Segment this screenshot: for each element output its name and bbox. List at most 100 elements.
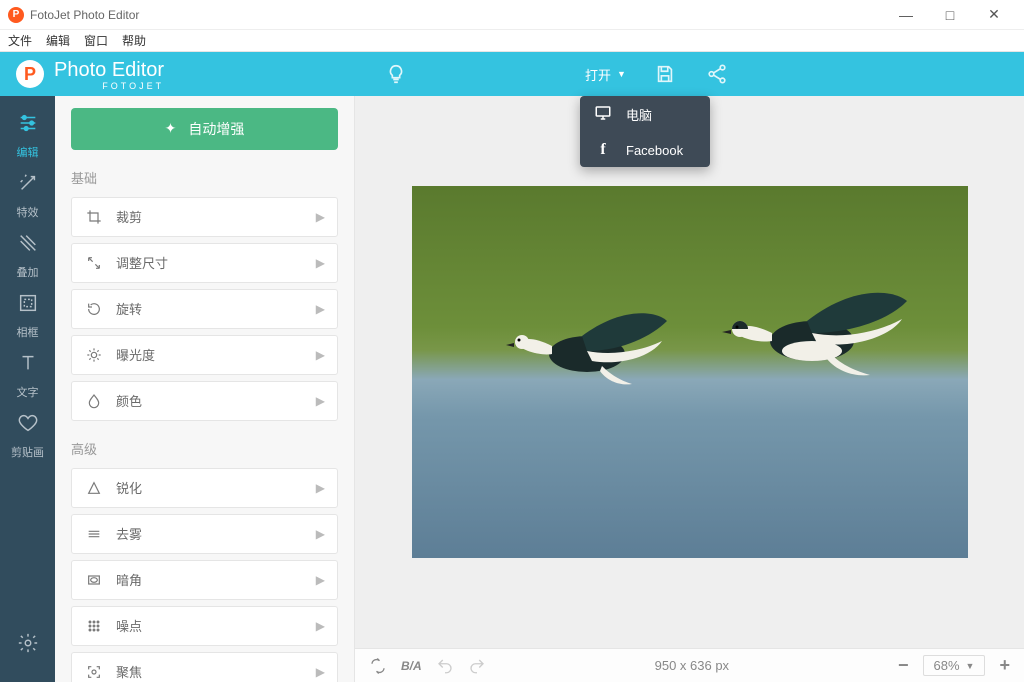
- app-icon: P: [8, 7, 24, 23]
- menu-file[interactable]: 文件: [8, 32, 32, 49]
- tip-button[interactable]: [375, 57, 417, 91]
- zoom-in-button[interactable]: +: [999, 655, 1010, 676]
- dropdown-label: Facebook: [626, 143, 683, 158]
- chevron-right-icon: ▶: [316, 573, 325, 587]
- focus-icon: [84, 664, 104, 680]
- rail-label: 剪贴画: [11, 444, 44, 460]
- heart-icon: [17, 412, 39, 440]
- tool-noise[interactable]: 噪点 ▶: [71, 606, 338, 646]
- chevron-right-icon: ▶: [316, 665, 325, 679]
- dehaze-icon: [84, 526, 104, 542]
- top-toolbar: 打开 ▼: [355, 52, 1024, 96]
- auto-enhance-label: 自动增强: [188, 119, 244, 139]
- rail-overlays[interactable]: 叠加: [0, 226, 55, 286]
- open-dropdown-button[interactable]: 打开 ▼: [577, 61, 634, 88]
- tool-sharpen[interactable]: 锐化 ▶: [71, 468, 338, 508]
- chevron-right-icon: ▶: [316, 394, 325, 408]
- zoom-selector[interactable]: 68% ▼: [923, 655, 986, 676]
- rail-label: 相框: [17, 324, 39, 340]
- window-title: FotoJet Photo Editor: [30, 8, 139, 22]
- auto-enhance-button[interactable]: ✦ 自动增强: [71, 108, 338, 150]
- rail-settings[interactable]: [0, 624, 55, 672]
- rail-text[interactable]: 文字: [0, 346, 55, 406]
- dropdown-item-facebook[interactable]: f Facebook: [580, 133, 710, 167]
- status-bar: B/A 950 x 636 px − 68% ▼ +: [355, 648, 1024, 682]
- chevron-right-icon: ▶: [316, 527, 325, 541]
- rail-edit[interactable]: 编辑: [0, 106, 55, 166]
- before-after-button[interactable]: B/A: [401, 659, 422, 673]
- menu-bar: 文件 编辑 窗口 帮助: [0, 30, 1024, 52]
- overlay-icon: [17, 232, 39, 260]
- rotate-icon: [84, 301, 104, 317]
- tool-label: 颜色: [116, 391, 316, 410]
- logo-subtitle: FOTOJET: [54, 82, 164, 90]
- tool-label: 噪点: [116, 616, 316, 635]
- tool-focus[interactable]: 聚焦 ▶: [71, 652, 338, 682]
- tool-dehaze[interactable]: 去雾 ▶: [71, 514, 338, 554]
- dropdown-item-computer[interactable]: 电脑: [580, 96, 710, 133]
- logo-header: P Photo Editor FOTOJET: [0, 52, 355, 96]
- tool-color[interactable]: 颜色 ▶: [71, 381, 338, 421]
- facebook-icon: f: [594, 141, 612, 159]
- brightness-icon: [84, 347, 104, 363]
- tool-label: 聚焦: [116, 662, 316, 681]
- resize-icon: [84, 255, 104, 271]
- chevron-right-icon: ▶: [316, 256, 325, 270]
- logo-title: Photo Editor: [54, 59, 164, 81]
- dimensions-label: 950 x 636 px: [655, 658, 729, 673]
- rail-label: 叠加: [17, 264, 39, 280]
- caret-down-icon: ▼: [617, 69, 626, 79]
- tool-label: 裁剪: [116, 207, 316, 226]
- save-button[interactable]: [644, 57, 686, 91]
- open-label: 打开: [585, 65, 611, 84]
- title-bar: P FotoJet Photo Editor — □ ✕: [0, 0, 1024, 30]
- tool-vignette[interactable]: 暗角 ▶: [71, 560, 338, 600]
- zoom-out-button[interactable]: −: [898, 655, 909, 676]
- maximize-button[interactable]: □: [928, 0, 972, 30]
- vignette-icon: [84, 572, 104, 588]
- photo-image: [412, 186, 968, 558]
- logo-text: Photo Editor FOTOJET: [54, 59, 164, 90]
- tool-panel: ✦ 自动增强 基础 裁剪 ▶ 调整尺寸 ▶ 旋转 ▶ 曝光度: [55, 52, 355, 682]
- rail-clipart[interactable]: 剪贴画: [0, 406, 55, 466]
- tool-label: 暗角: [116, 570, 316, 589]
- section-advanced-label: 高级: [71, 439, 338, 458]
- compare-button[interactable]: [369, 657, 387, 675]
- text-icon: [17, 352, 39, 380]
- undo-button[interactable]: [436, 657, 454, 675]
- chevron-right-icon: ▶: [316, 302, 325, 316]
- logo-badge-icon: P: [16, 60, 44, 88]
- zoom-value: 68%: [934, 658, 960, 673]
- tool-crop[interactable]: 裁剪 ▶: [71, 197, 338, 237]
- menu-window[interactable]: 窗口: [84, 32, 108, 49]
- canvas[interactable]: [355, 96, 1024, 648]
- rail-frames[interactable]: 相框: [0, 286, 55, 346]
- gear-icon: [17, 632, 39, 660]
- side-rail: 编辑 特效 叠加 相框 文字 剪贴画: [0, 52, 55, 682]
- menu-edit[interactable]: 编辑: [46, 32, 70, 49]
- caret-down-icon: ▼: [966, 661, 975, 671]
- tool-label: 去雾: [116, 524, 316, 543]
- tool-resize[interactable]: 调整尺寸 ▶: [71, 243, 338, 283]
- grid-dots-icon: [84, 618, 104, 634]
- dropdown-label: 电脑: [626, 105, 652, 124]
- rail-label: 特效: [17, 204, 39, 220]
- tool-label: 调整尺寸: [116, 253, 316, 272]
- rail-effects[interactable]: 特效: [0, 166, 55, 226]
- open-dropdown-menu: 电脑 f Facebook: [580, 96, 710, 167]
- redo-button[interactable]: [468, 657, 486, 675]
- section-basic-label: 基础: [71, 168, 338, 187]
- close-button[interactable]: ✕: [972, 0, 1016, 30]
- chevron-right-icon: ▶: [316, 619, 325, 633]
- sparkle-icon: ✦: [165, 120, 177, 137]
- tool-rotate[interactable]: 旋转 ▶: [71, 289, 338, 329]
- tool-label: 旋转: [116, 299, 316, 318]
- chevron-right-icon: ▶: [316, 210, 325, 224]
- tool-label: 锐化: [116, 478, 316, 497]
- tool-exposure[interactable]: 曝光度 ▶: [71, 335, 338, 375]
- chevron-right-icon: ▶: [316, 481, 325, 495]
- sliders-icon: [17, 112, 39, 140]
- menu-help[interactable]: 帮助: [122, 32, 146, 49]
- share-button[interactable]: [696, 57, 738, 91]
- minimize-button[interactable]: —: [884, 0, 928, 30]
